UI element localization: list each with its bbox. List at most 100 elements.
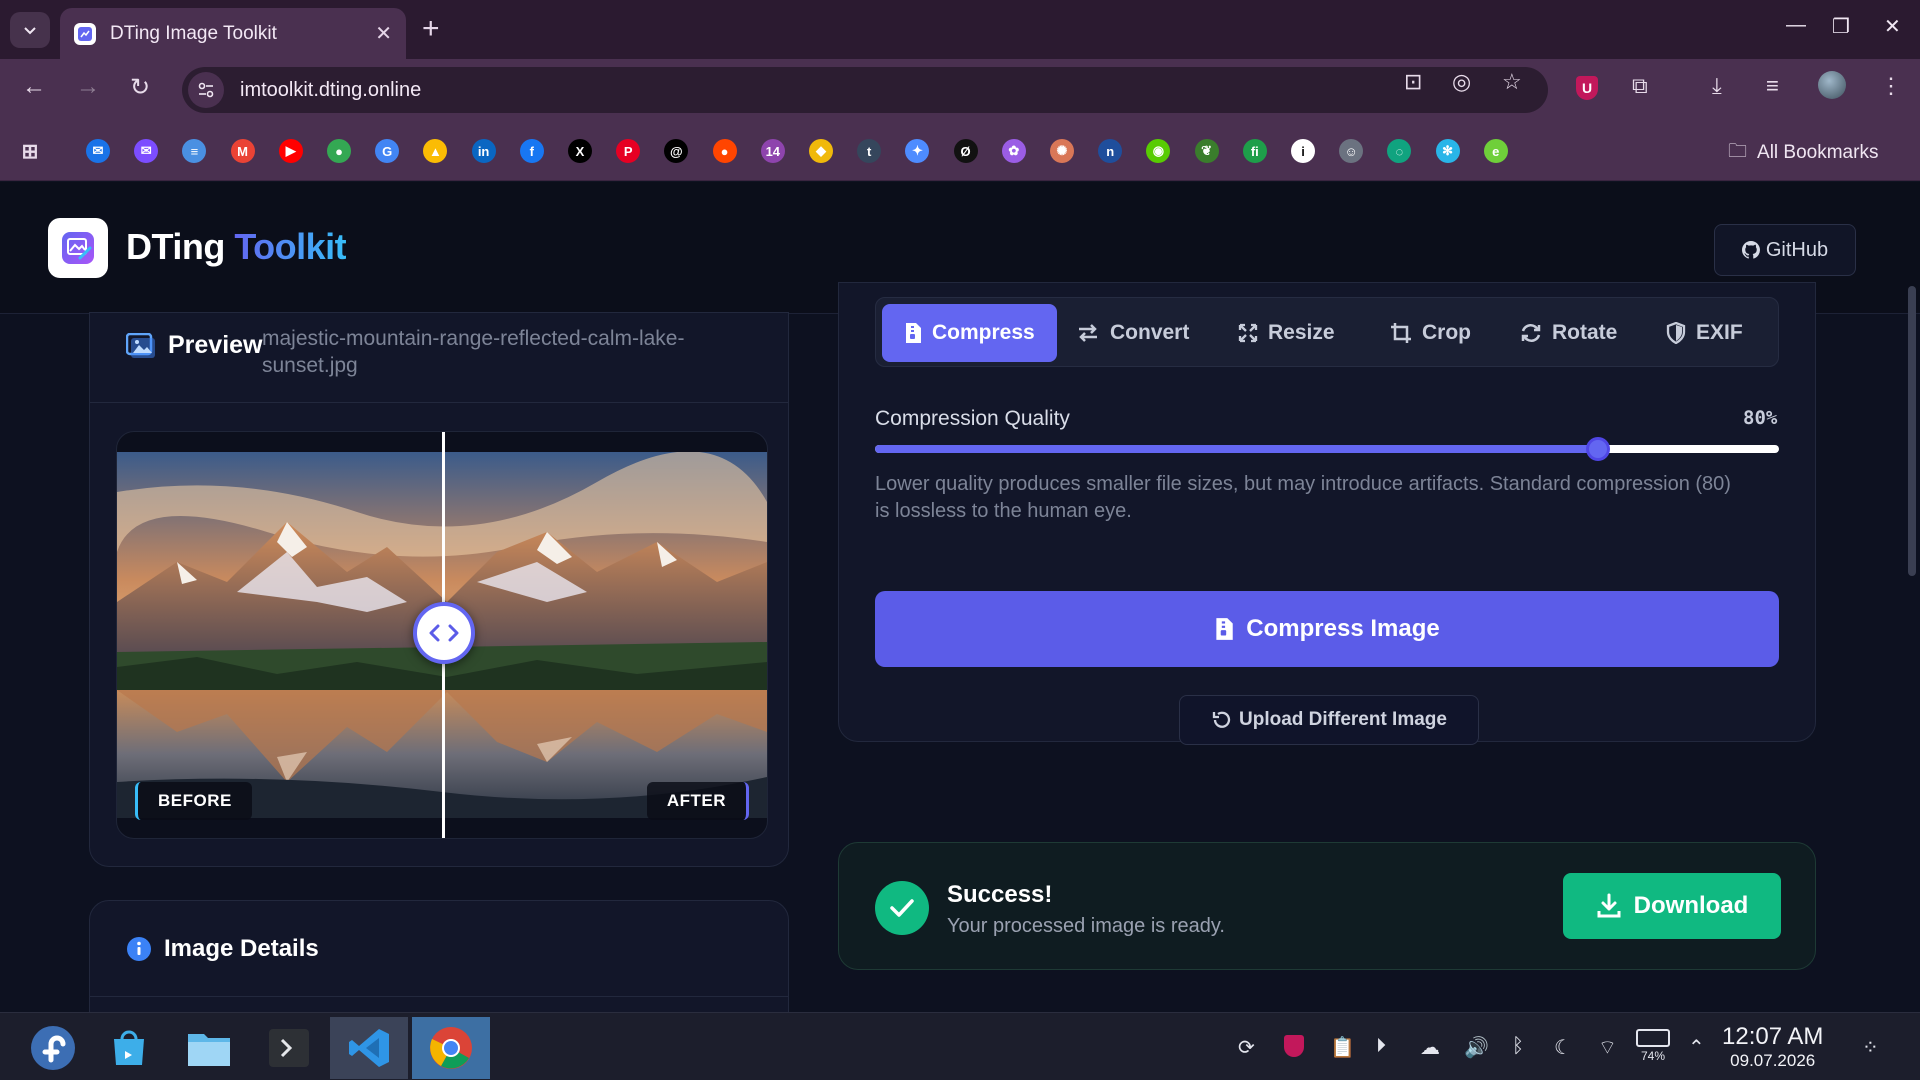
downloads-icon[interactable]: ⤓ <box>1712 73 1722 99</box>
compress-image-button[interactable]: Compress Image <box>875 591 1779 667</box>
translate-icon[interactable]: G <box>375 139 400 163</box>
system-clock[interactable]: 12:07 AM 09.07.2026 <box>1722 1023 1823 1071</box>
download-icon <box>1597 893 1621 918</box>
threads-icon[interactable]: @ <box>664 139 689 163</box>
site-logo-icon[interactable] <box>48 218 108 278</box>
eye-off-icon[interactable]: ◎ <box>1452 69 1471 95</box>
info-icon[interactable]: i <box>1291 139 1315 163</box>
wifi-tray-icon[interactable]: ⌔ <box>1598 1035 1617 1060</box>
apps-grid-icon[interactable]: ⊞ <box>18 139 42 163</box>
tab-search-button[interactable] <box>10 12 50 48</box>
owl-icon[interactable]: ◉ <box>1146 139 1171 163</box>
bluetooth-tray-icon[interactable]: ᛒ <box>1512 1035 1524 1058</box>
tab-close-icon[interactable]: ✕ <box>375 21 392 46</box>
translate-page-icon[interactable]: ⊡ <box>1404 69 1422 95</box>
drive-icon[interactable]: ▲ <box>423 139 448 163</box>
terminal-icon[interactable] <box>250 1017 328 1079</box>
browser-tab-active[interactable]: DTing Image Toolkit ✕ <box>60 8 406 59</box>
leaf-icon[interactable]: ❦ <box>1194 139 1219 163</box>
success-card: Success! Your processed image is ready. … <box>838 842 1816 970</box>
calendar-14-icon[interactable]: 14 <box>760 139 785 163</box>
new-tab-button[interactable]: + <box>422 12 440 46</box>
weather-cloud-tray-icon[interactable]: ☁ <box>1420 1035 1440 1060</box>
tab-compress[interactable]: Compress <box>882 304 1057 362</box>
back-icon[interactable]: ← <box>22 73 46 101</box>
download-button[interactable]: Download <box>1563 873 1781 939</box>
vscode-icon[interactable] <box>330 1017 408 1079</box>
openai-icon[interactable]: ◌ <box>1387 139 1412 163</box>
tab-crop[interactable]: Crop <box>1390 304 1471 362</box>
bookmark-star-icon[interactable]: ☆ <box>1502 69 1522 95</box>
chrome-taskbar-icon[interactable] <box>412 1017 490 1079</box>
github-button[interactable]: GitHub <box>1714 224 1856 276</box>
reload-icon[interactable]: ↻ <box>130 73 150 102</box>
reddit-icon[interactable]: ● <box>712 139 737 163</box>
file-manager-icon[interactable] <box>170 1017 248 1079</box>
avatar-site-icon[interactable]: ☺ <box>1339 139 1364 163</box>
e-icon[interactable]: e <box>1483 139 1508 163</box>
tray-expand-icon[interactable]: ⌃ <box>1688 1035 1705 1060</box>
facebook-icon[interactable]: f <box>519 139 544 163</box>
site-settings-icon[interactable] <box>188 72 224 108</box>
battery-tray-icon[interactable]: 74% <box>1636 1029 1670 1063</box>
preview-card: Preview majestic-mountain-range-reflecte… <box>89 312 789 867</box>
tab-convert[interactable]: Convert <box>1076 304 1189 362</box>
fedora-launcher-icon[interactable] <box>14 1017 92 1079</box>
vpn-shield-tray-icon[interactable] <box>1284 1035 1304 1063</box>
site-brand[interactable]: DTing Toolkit <box>126 226 347 268</box>
linkedin-icon[interactable]: in <box>471 139 496 163</box>
quality-slider-fill <box>875 445 1599 453</box>
expand-icon <box>1238 323 1258 343</box>
quality-slider[interactable] <box>875 437 1779 461</box>
media-controls-icon[interactable]: ≡ <box>1766 73 1779 99</box>
profile-avatar[interactable] <box>1818 71 1846 105</box>
flower-icon[interactable]: ✿ <box>1001 139 1026 163</box>
address-bar[interactable]: imtoolkit.dting.online <box>182 67 1548 113</box>
page-scrollbar[interactable] <box>1908 286 1916 576</box>
gmail-icon[interactable]: M <box>230 139 255 163</box>
extensions-icon[interactable]: ⧉ <box>1632 73 1648 99</box>
update-tray-icon[interactable]: ⟳ <box>1238 1035 1255 1060</box>
tab-exif[interactable]: EXIF <box>1666 304 1743 362</box>
clock-time: 12:07 AM <box>1722 1023 1824 1050</box>
forward-icon[interactable]: → <box>76 73 100 101</box>
claude-icon[interactable]: ✺ <box>1050 139 1074 163</box>
youtube-icon[interactable]: ▶ <box>278 139 303 163</box>
menu-kebab-icon[interactable]: ⋮ <box>1880 73 1902 99</box>
all-bookmarks-button[interactable]: 🗀 All Bookmarks <box>1728 137 1878 169</box>
url-text: imtoolkit.dting.online <box>240 78 422 101</box>
before-after-compare[interactable]: BEFORE AFTER <box>116 431 768 839</box>
outlook-icon[interactable]: ✉ <box>86 139 110 163</box>
mail-icon[interactable]: ✉ <box>134 139 159 163</box>
software-store-icon[interactable] <box>90 1017 168 1079</box>
fi-icon[interactable]: fi <box>1242 139 1267 163</box>
tab-exif-label: EXIF <box>1696 321 1743 344</box>
loop-icon[interactable]: Ø <box>953 139 978 163</box>
show-desktop-icon[interactable]: ⁘ <box>1862 1035 1879 1060</box>
maps-icon[interactable]: ● <box>327 139 351 163</box>
notion-n-icon[interactable]: n <box>1098 139 1123 163</box>
minimize-icon[interactable]: — <box>1786 14 1806 37</box>
restore-icon[interactable]: ❐ <box>1832 14 1850 39</box>
media-play-tray-icon[interactable]: ⏵ <box>1376 1035 1386 1058</box>
compare-slider-handle[interactable] <box>413 602 475 664</box>
tab-rotate[interactable]: Rotate <box>1520 304 1617 362</box>
clipboard-tray-icon[interactable]: 📋 <box>1330 1035 1355 1060</box>
screen: DTing Image Toolkit ✕ + — ❐ ✕ ← → ↻ imto… <box>0 0 1920 1080</box>
binance-icon[interactable]: ◆ <box>809 139 833 163</box>
snowflake-icon[interactable]: ✻ <box>1435 139 1460 163</box>
quality-slider-thumb[interactable] <box>1586 437 1611 461</box>
details-divider <box>90 996 788 997</box>
upload-different-image-button[interactable]: Upload Different Image <box>1179 695 1479 745</box>
volume-tray-icon[interactable]: 🔊 <box>1464 1035 1489 1060</box>
x-icon[interactable]: X <box>568 139 592 163</box>
gemini-icon[interactable]: ✦ <box>905 139 930 163</box>
inbox-icon[interactable]: ≡ <box>182 139 207 163</box>
close-window-icon[interactable]: ✕ <box>1884 14 1901 39</box>
quality-hint: Lower quality produces smaller file size… <box>875 473 1731 522</box>
pinterest-icon[interactable]: P <box>616 139 641 163</box>
tumblr-icon[interactable]: t <box>857 139 882 163</box>
tab-resize[interactable]: Resize <box>1238 304 1335 362</box>
ublock-icon[interactable]: U <box>1576 73 1598 100</box>
night-light-tray-icon[interactable]: ☾ <box>1554 1035 1572 1060</box>
